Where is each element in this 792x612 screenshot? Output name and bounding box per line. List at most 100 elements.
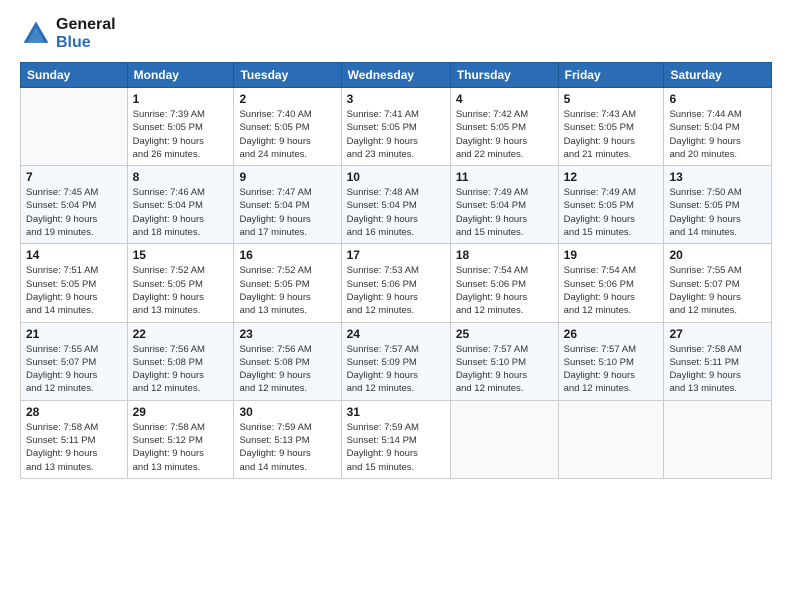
day-info: Sunrise: 7:54 AM Sunset: 5:06 PM Dayligh… [564,264,659,317]
day-number: 18 [456,248,553,262]
calendar-cell: 8 Sunrise: 7:46 AM Sunset: 5:04 PM Daylig… [127,166,234,244]
calendar-cell: 9Sunrise: 7:47 AM Sunset: 5:04 PM Daylig… [234,166,341,244]
day-info: Sunrise: 7:39 AM Sunset: 5:05 PM Dayligh… [133,108,229,161]
day-info: Sunrise: 7:49 AM Sunset: 5:05 PM Dayligh… [564,186,659,239]
day-info: Sunrise: 7:44 AM Sunset: 5:04 PM Dayligh… [669,108,766,161]
calendar-cell: 10 Sunrise: 7:48 AM Sunset: 5:04 PM Dayli… [341,166,450,244]
day-number: 21 [26,327,122,341]
logo-icon [20,18,52,50]
day-info: Sunrise: 7:47 AM Sunset: 5:04 PM Dayligh… [239,186,335,239]
day-info: Sunrise: 7:58 AM Sunset: 5:12 PM Dayligh… [133,421,229,474]
day-info: Sunrise: 7:46 AM Sunset: 5:04 PM Dayligh… [133,186,229,239]
day-info: Sunrise: 7:51 AM Sunset: 5:05 PM Dayligh… [26,264,122,317]
calendar-cell [558,400,664,478]
day-number: 14 [26,248,122,262]
day-info: Sunrise: 7:56 AM Sunset: 5:08 PM Dayligh… [239,343,335,396]
column-header-saturday: Saturday [664,63,772,88]
day-info: Sunrise: 7:52 AM Sunset: 5:05 PM Dayligh… [239,264,335,317]
header: General Blue [20,16,772,52]
calendar-cell: 4Sunrise: 7:42 AM Sunset: 5:05 PM Daylig… [450,88,558,166]
day-number: 25 [456,327,553,341]
column-header-friday: Friday [558,63,664,88]
day-number: 6 [669,92,766,106]
day-info: Sunrise: 7:41 AM Sunset: 5:05 PM Dayligh… [347,108,445,161]
calendar-cell: 31 Sunrise: 7:59 AM Sunset: 5:14 PM Dayli… [341,400,450,478]
calendar-cell: 2 Sunrise: 7:40 AM Sunset: 5:05 PM Daylig… [234,88,341,166]
day-number: 30 [239,405,335,419]
column-header-sunday: Sunday [21,63,128,88]
day-info: Sunrise: 7:40 AM Sunset: 5:05 PM Dayligh… [239,108,335,161]
calendar-cell [664,400,772,478]
calendar-table: SundayMondayTuesdayWednesdayThursdayFrid… [20,62,772,479]
calendar-cell: 12 Sunrise: 7:49 AM Sunset: 5:05 PM Dayli… [558,166,664,244]
day-number: 15 [133,248,229,262]
day-number: 16 [239,248,335,262]
calendar-cell: 11Sunrise: 7:49 AM Sunset: 5:04 PM Dayli… [450,166,558,244]
day-info: Sunrise: 7:50 AM Sunset: 5:05 PM Dayligh… [669,186,766,239]
day-number: 3 [347,92,445,106]
day-info: Sunrise: 7:42 AM Sunset: 5:05 PM Dayligh… [456,108,553,161]
column-header-monday: Monday [127,63,234,88]
day-number: 28 [26,405,122,419]
day-info: Sunrise: 7:52 AM Sunset: 5:05 PM Dayligh… [133,264,229,317]
day-number: 13 [669,170,766,184]
day-number: 7 [26,170,122,184]
calendar-cell: 20Sunrise: 7:55 AM Sunset: 5:07 PM Dayli… [664,244,772,322]
day-number: 1 [133,92,229,106]
day-number: 12 [564,170,659,184]
day-info: Sunrise: 7:48 AM Sunset: 5:04 PM Dayligh… [347,186,445,239]
calendar-cell: 6 Sunrise: 7:44 AM Sunset: 5:04 PM Daylig… [664,88,772,166]
calendar-cell: 30 Sunrise: 7:59 AM Sunset: 5:13 PM Dayli… [234,400,341,478]
day-info: Sunrise: 7:55 AM Sunset: 5:07 PM Dayligh… [26,343,122,396]
day-number: 19 [564,248,659,262]
calendar-cell: 19 Sunrise: 7:54 AM Sunset: 5:06 PM Dayli… [558,244,664,322]
day-number: 27 [669,327,766,341]
calendar-cell: 27Sunrise: 7:58 AM Sunset: 5:11 PM Dayli… [664,322,772,400]
logo: General Blue [20,16,116,52]
calendar-cell: 14 Sunrise: 7:51 AM Sunset: 5:05 PM Dayli… [21,244,128,322]
day-info: Sunrise: 7:53 AM Sunset: 5:06 PM Dayligh… [347,264,445,317]
calendar-cell [450,400,558,478]
logo-text: General Blue [56,16,116,52]
calendar-cell: 17 Sunrise: 7:53 AM Sunset: 5:06 PM Dayli… [341,244,450,322]
day-number: 5 [564,92,659,106]
calendar-cell: 26Sunrise: 7:57 AM Sunset: 5:10 PM Dayli… [558,322,664,400]
day-info: Sunrise: 7:59 AM Sunset: 5:13 PM Dayligh… [239,421,335,474]
calendar-cell: 1 Sunrise: 7:39 AM Sunset: 5:05 PM Daylig… [127,88,234,166]
day-info: Sunrise: 7:56 AM Sunset: 5:08 PM Dayligh… [133,343,229,396]
day-number: 24 [347,327,445,341]
day-number: 22 [133,327,229,341]
column-header-tuesday: Tuesday [234,63,341,88]
calendar-cell: 7Sunrise: 7:45 AM Sunset: 5:04 PM Daylig… [21,166,128,244]
calendar-cell: 5 Sunrise: 7:43 AM Sunset: 5:05 PM Daylig… [558,88,664,166]
calendar-cell: 22 Sunrise: 7:56 AM Sunset: 5:08 PM Dayli… [127,322,234,400]
day-number: 17 [347,248,445,262]
calendar-week-2: 7Sunrise: 7:45 AM Sunset: 5:04 PM Daylig… [21,166,772,244]
day-number: 31 [347,405,445,419]
calendar-cell: 24Sunrise: 7:57 AM Sunset: 5:09 PM Dayli… [341,322,450,400]
calendar-cell: 18 Sunrise: 7:54 AM Sunset: 5:06 PM Dayli… [450,244,558,322]
day-number: 11 [456,170,553,184]
calendar-cell: 21 Sunrise: 7:55 AM Sunset: 5:07 PM Dayli… [21,322,128,400]
day-number: 20 [669,248,766,262]
calendar-week-1: 1 Sunrise: 7:39 AM Sunset: 5:05 PM Daylig… [21,88,772,166]
calendar-cell: 29 Sunrise: 7:58 AM Sunset: 5:12 PM Dayli… [127,400,234,478]
calendar-week-3: 14 Sunrise: 7:51 AM Sunset: 5:05 PM Dayli… [21,244,772,322]
day-number: 10 [347,170,445,184]
column-header-thursday: Thursday [450,63,558,88]
calendar-cell: 25Sunrise: 7:57 AM Sunset: 5:10 PM Dayli… [450,322,558,400]
column-header-wednesday: Wednesday [341,63,450,88]
day-info: Sunrise: 7:43 AM Sunset: 5:05 PM Dayligh… [564,108,659,161]
calendar-cell: 3 Sunrise: 7:41 AM Sunset: 5:05 PM Daylig… [341,88,450,166]
day-number: 29 [133,405,229,419]
calendar-cell: 15 Sunrise: 7:52 AM Sunset: 5:05 PM Dayli… [127,244,234,322]
calendar-week-5: 28Sunrise: 7:58 AM Sunset: 5:11 PM Dayli… [21,400,772,478]
day-number: 23 [239,327,335,341]
day-info: Sunrise: 7:54 AM Sunset: 5:06 PM Dayligh… [456,264,553,317]
day-number: 8 [133,170,229,184]
calendar-cell [21,88,128,166]
calendar-cell: 28Sunrise: 7:58 AM Sunset: 5:11 PM Dayli… [21,400,128,478]
day-number: 2 [239,92,335,106]
day-info: Sunrise: 7:59 AM Sunset: 5:14 PM Dayligh… [347,421,445,474]
calendar-cell: 23 Sunrise: 7:56 AM Sunset: 5:08 PM Dayli… [234,322,341,400]
